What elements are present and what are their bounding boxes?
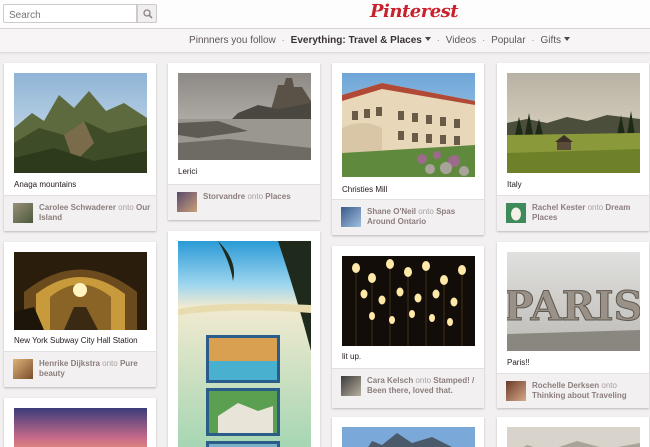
pin-image[interactable] bbox=[507, 73, 640, 173]
pin-card[interactable]: New York Subway City Hall Station Henrik… bbox=[4, 242, 156, 387]
board-name[interactable]: Thinking about Traveling bbox=[532, 391, 627, 400]
pin-image[interactable] bbox=[178, 73, 311, 160]
avatar[interactable] bbox=[13, 203, 33, 223]
pin-description: Paris!! bbox=[507, 358, 530, 367]
mountain-photo bbox=[14, 73, 147, 173]
pin-card[interactable] bbox=[4, 398, 156, 447]
avatar[interactable] bbox=[13, 359, 33, 379]
pin-attribution: Carolee Schwaderer onto Our Island bbox=[4, 195, 156, 231]
pin-image[interactable] bbox=[342, 256, 475, 346]
onto-label: onto bbox=[247, 192, 264, 201]
onto-label: onto bbox=[102, 359, 118, 368]
pin-description: Anaga mountains bbox=[14, 180, 77, 189]
pin-attribution: Rachel Kester onto Dream Places bbox=[497, 195, 649, 231]
nav-separator: · bbox=[281, 35, 285, 46]
avatar[interactable] bbox=[341, 207, 361, 227]
pin-description: Christies Mill bbox=[342, 185, 388, 194]
pin-attribution: Shane O'Neil onto Spas Around Ontario bbox=[332, 199, 484, 235]
castle-photo bbox=[342, 427, 475, 447]
nav-separator: · bbox=[481, 35, 486, 46]
pin-card[interactable]: PARIS Paris!! Rochelle Derksen onto Thin… bbox=[497, 242, 649, 408]
search-button[interactable] bbox=[137, 4, 157, 23]
pin-description: Italy bbox=[507, 180, 522, 189]
egg-avatar-icon bbox=[511, 207, 521, 221]
paris-letters-photo: PARIS bbox=[507, 252, 640, 351]
pin-attribution: Rochelle Derksen onto Thinking about Tra… bbox=[497, 373, 649, 408]
nav-everything-label: Everything: Travel & Places bbox=[290, 35, 422, 46]
pin-image[interactable] bbox=[342, 427, 475, 447]
subway-station-photo bbox=[14, 252, 147, 330]
category-nav: Pinnners you follow · Everything: Travel… bbox=[0, 29, 650, 53]
avatar[interactable] bbox=[341, 376, 361, 396]
avatar[interactable] bbox=[506, 203, 526, 223]
pin-image[interactable] bbox=[14, 252, 147, 330]
onto-label: onto bbox=[418, 207, 434, 216]
pinner-name[interactable]: Henrike Dijkstra bbox=[39, 359, 100, 368]
nav-gifts-label: Gifts bbox=[540, 35, 561, 46]
paris-sign-letters: PARIS bbox=[507, 283, 640, 330]
tropical-resort-photo bbox=[178, 241, 311, 447]
nav-separator: · bbox=[436, 35, 440, 46]
pinner-name[interactable]: Rochelle Derksen bbox=[532, 381, 599, 390]
hotel-building-photo bbox=[342, 73, 475, 177]
pinner-name[interactable]: Carolee Schwaderer bbox=[39, 203, 116, 212]
avatar[interactable] bbox=[177, 192, 197, 212]
pin-card[interactable] bbox=[497, 417, 649, 447]
street-lamps-photo bbox=[342, 256, 475, 346]
board-name[interactable]: Places bbox=[265, 192, 290, 201]
pin-card[interactable]: lit up. Cara Kelsch onto Stamped! / Been… bbox=[332, 246, 484, 408]
sunset-photo bbox=[14, 408, 147, 447]
pinner-name[interactable]: Storvandre bbox=[203, 192, 245, 201]
pin-description: lit up. bbox=[342, 352, 362, 361]
search-input[interactable] bbox=[3, 4, 137, 23]
caret-down-icon bbox=[424, 37, 431, 42]
pin-card[interactable] bbox=[168, 231, 320, 447]
search-icon bbox=[143, 9, 153, 19]
pin-attribution: Cara Kelsch onto Stamped! / Been there, … bbox=[332, 368, 484, 408]
landscape-photo bbox=[507, 427, 640, 447]
pin-image[interactable] bbox=[14, 73, 147, 173]
pin-image[interactable] bbox=[507, 427, 640, 447]
pin-attribution: Storvandre onto Places bbox=[168, 184, 320, 220]
nav-gifts-dropdown[interactable]: Gifts bbox=[540, 35, 570, 46]
seaside-photo bbox=[178, 73, 311, 160]
onto-label: onto bbox=[587, 203, 604, 212]
pin-card[interactable]: Lerici Storvandre onto Places bbox=[168, 63, 320, 220]
alpine-meadow-photo bbox=[507, 73, 640, 173]
pin-image[interactable] bbox=[14, 408, 147, 447]
pinner-name[interactable]: Shane O'Neil bbox=[367, 207, 416, 216]
nav-videos[interactable]: Videos bbox=[446, 35, 476, 46]
nav-separator: · bbox=[531, 35, 535, 46]
nav-popular[interactable]: Popular bbox=[491, 35, 525, 46]
pin-card[interactable]: Anaga mountains Carolee Schwaderer onto … bbox=[4, 63, 156, 231]
pinterest-logo[interactable]: Pinterest bbox=[370, 1, 459, 25]
pin-attribution: Henrike Dijkstra onto Pure beauty bbox=[4, 351, 156, 387]
pin-description: Lerici bbox=[178, 167, 198, 176]
pin-image[interactable] bbox=[342, 73, 475, 177]
onto-label: onto bbox=[118, 203, 134, 212]
caret-down-icon bbox=[564, 37, 570, 42]
pin-image[interactable] bbox=[178, 241, 311, 447]
nav-everything-dropdown[interactable]: Everything: Travel & Places bbox=[291, 35, 431, 46]
pin-description: New York Subway City Hall Station bbox=[14, 336, 138, 345]
avatar[interactable] bbox=[506, 381, 526, 401]
pin-image[interactable]: PARIS bbox=[507, 252, 640, 351]
pin-card[interactable] bbox=[332, 417, 484, 447]
onto-label: onto bbox=[601, 381, 617, 390]
top-header: Pinterest bbox=[0, 0, 650, 29]
onto-label: onto bbox=[415, 376, 432, 385]
pinner-name[interactable]: Rachel Kester bbox=[532, 203, 585, 212]
pin-card[interactable]: Christies Mill Shane O'Neil onto Spas Ar… bbox=[332, 63, 484, 235]
pinner-name[interactable]: Cara Kelsch bbox=[367, 376, 413, 385]
pin-card[interactable]: Italy Rachel Kester onto Dream Places bbox=[497, 63, 649, 231]
nav-pinners-you-follow[interactable]: Pinnners you follow bbox=[189, 35, 276, 46]
